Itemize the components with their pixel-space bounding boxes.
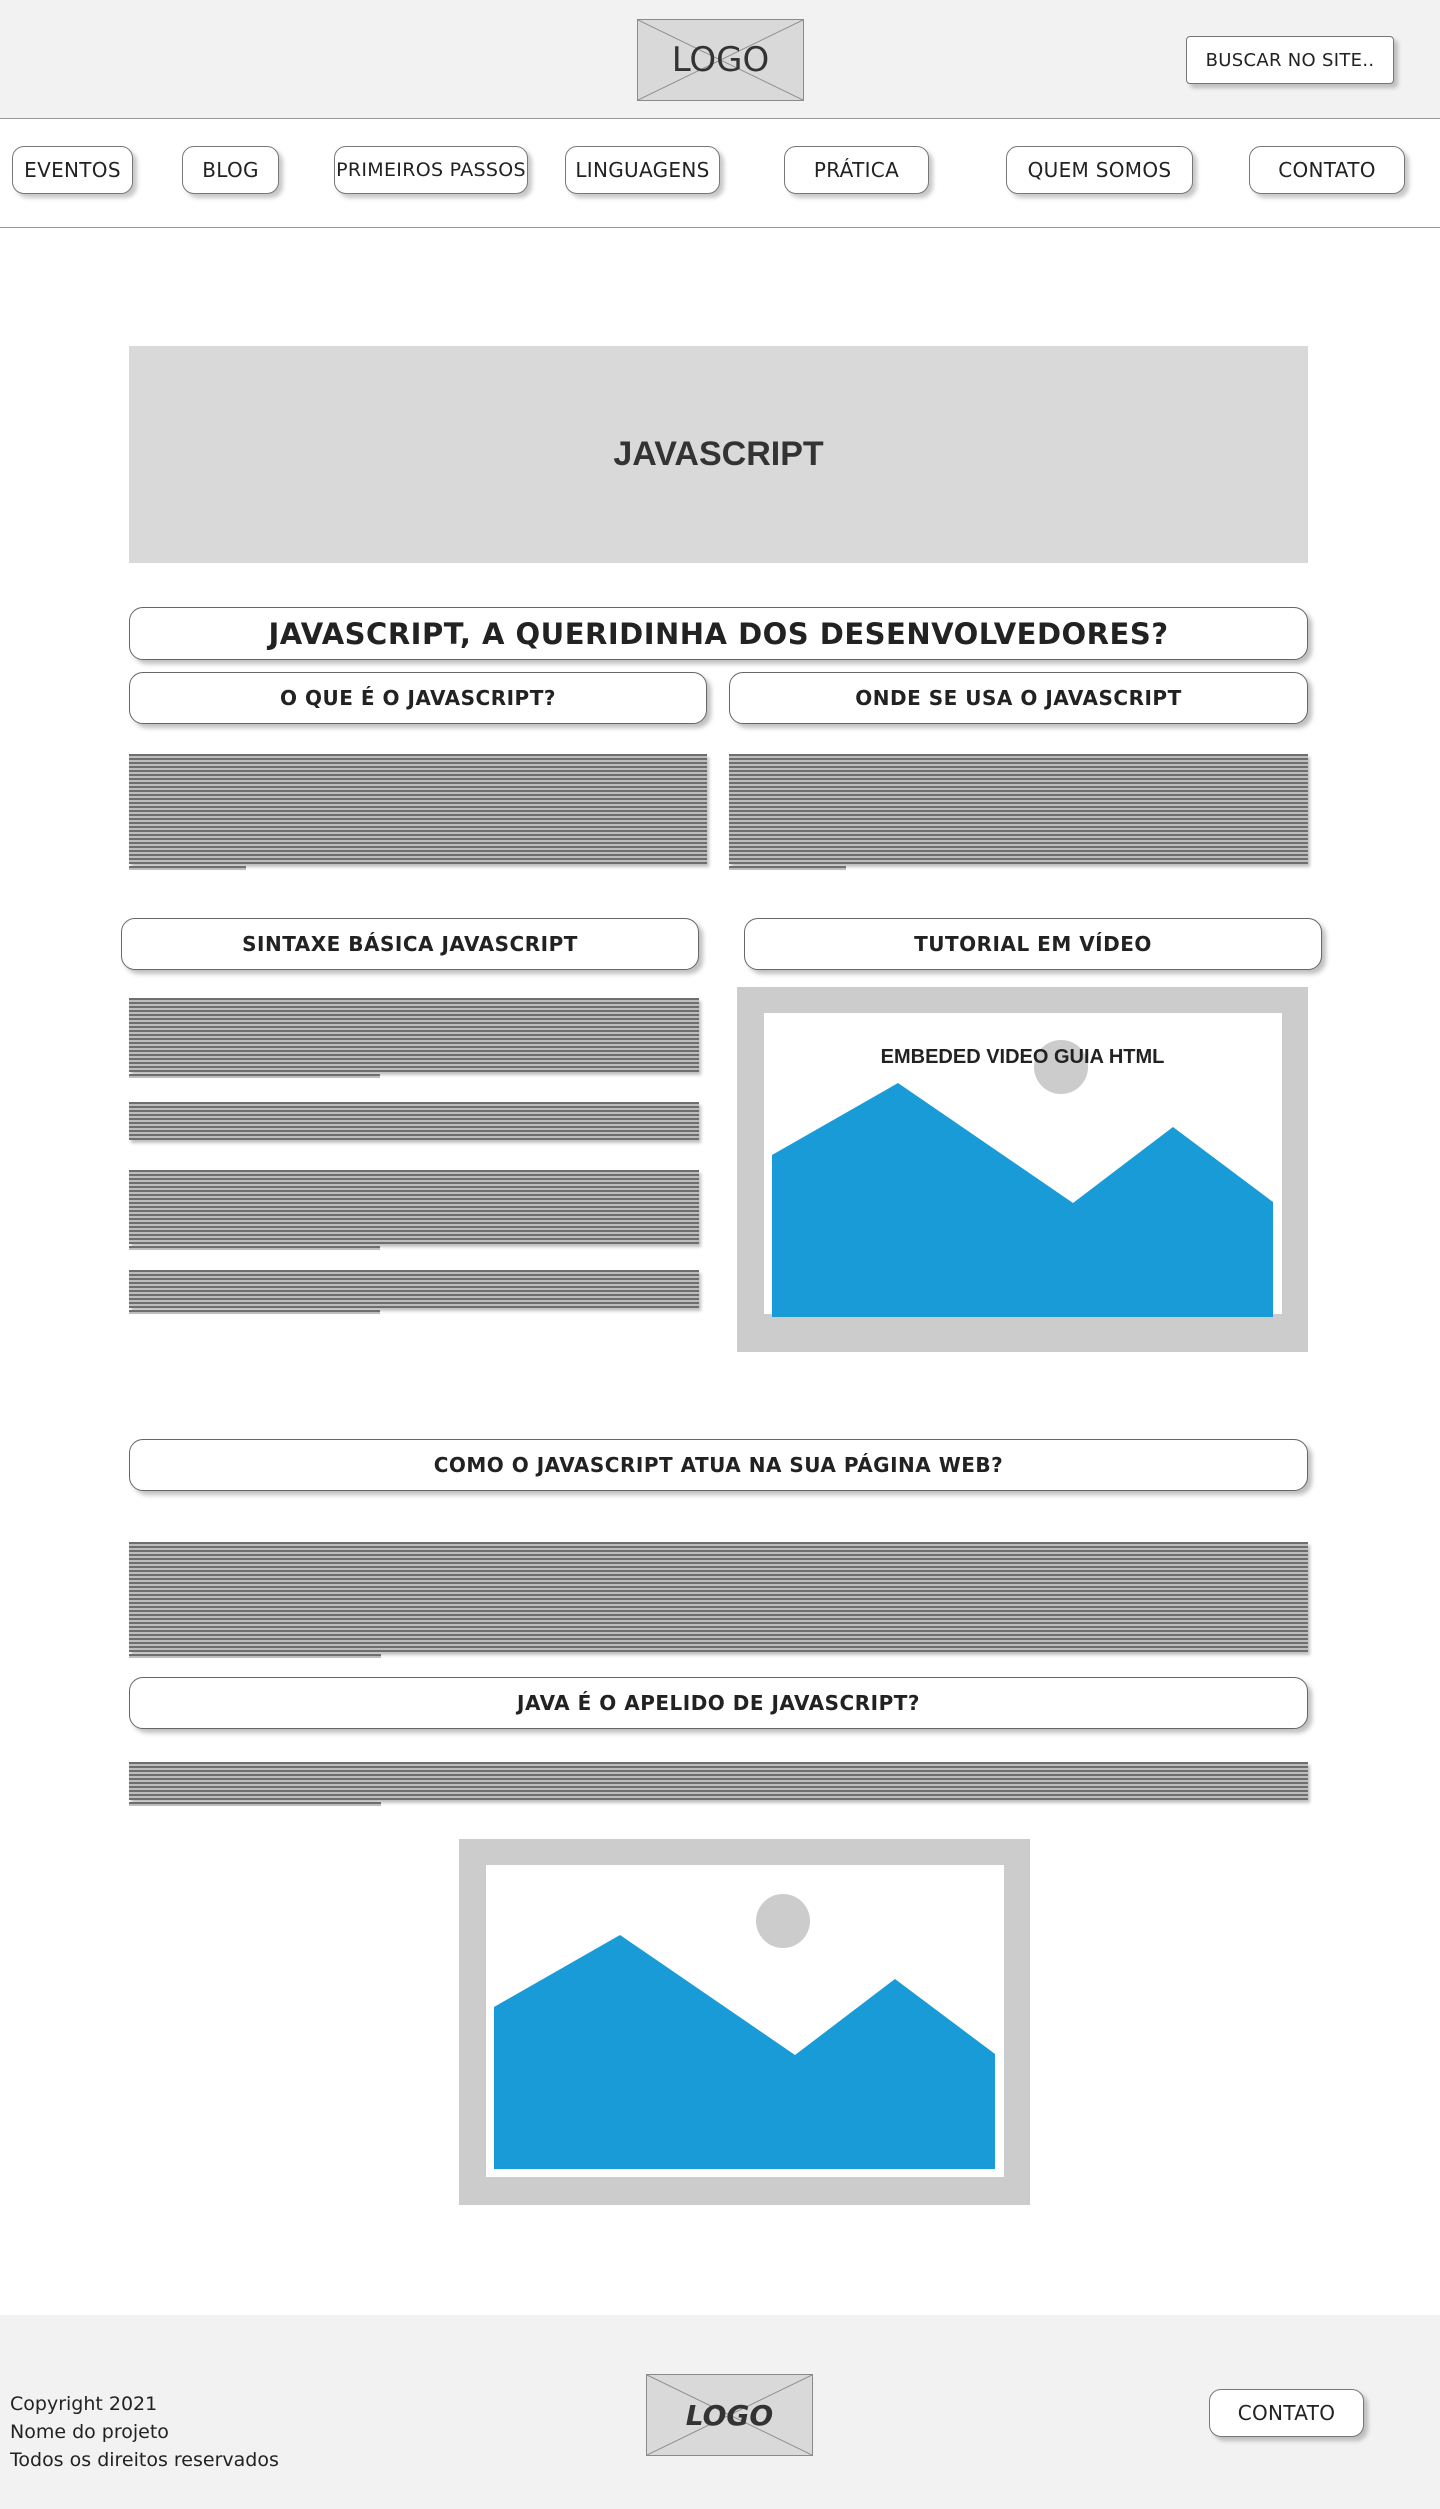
heading-what-is-javascript: O QUE É O JAVASCRIPT? [129,672,707,724]
video-thumbnail-mountain-icon [772,1040,1273,1317]
text-placeholder [129,1542,1308,1658]
footer-copyright: Copyright 2021 [10,2393,158,2415]
heading-how-javascript-acts: COMO O JAVASCRIPT ATUA NA SUA PÁGINA WEB… [129,1439,1308,1491]
nav-item-quem-somos[interactable]: QUEM SOMOS [1006,146,1193,194]
hero-banner: JAVASCRIPT [129,346,1308,563]
text-placeholder [129,1270,699,1316]
nav-item-contato[interactable]: CONTATO [1249,146,1405,194]
logo-text: LOGO [685,2398,774,2432]
text-placeholder [129,754,707,870]
nav-item-eventos[interactable]: EVENTOS [12,146,133,194]
text-placeholder [129,1170,699,1250]
image-placeholder [459,1839,1030,2205]
footer-project-name: Nome do projeto [10,2421,169,2443]
footer-logo[interactable]: LOGO [646,2374,813,2456]
footer-contact-button[interactable]: CONTATO [1209,2389,1364,2437]
heading-basic-syntax: SINTAXE BÁSICA JAVASCRIPT [121,918,699,970]
nav-item-pratica[interactable]: PRÁTICA [784,146,929,194]
search-button[interactable]: BUSCAR NO SITE.. [1186,36,1394,84]
text-placeholder [129,998,699,1078]
nav-item-primeiros-passos[interactable]: PRIMEIROS PASSOS [334,146,528,194]
text-placeholder [129,1102,699,1142]
nav-item-blog[interactable]: BLOG [182,146,279,194]
video-caption: EMBEDED VIDEO GUIA HTML [880,1046,1165,1068]
text-placeholder [729,754,1308,870]
footer-info: Copyright 2021 Nome do projeto Todos os … [10,2390,279,2474]
text-placeholder [129,1762,1308,1808]
heading-java-nickname: JAVA É O APELIDO DE JAVASCRIPT? [129,1677,1308,1729]
heading-where-javascript-used: ONDE SE USA O JAVASCRIPT [729,672,1308,724]
main-heading: JAVASCRIPT, A QUERIDINHA DOS DESENVOLVED… [129,607,1308,660]
logo-text: LOGO [671,40,770,80]
footer-rights: Todos os direitos reservados [10,2449,279,2471]
nav-item-linguagens[interactable]: LINGUAGENS [565,146,720,194]
heading-video-tutorial: TUTORIAL EM VÍDEO [744,918,1322,970]
banner-title: JAVASCRIPT [613,435,824,473]
header-logo[interactable]: LOGO [637,19,804,101]
image-mountain-icon [494,1894,995,2169]
embedded-video[interactable]: EMBEDED VIDEO GUIA HTML [737,987,1308,1352]
